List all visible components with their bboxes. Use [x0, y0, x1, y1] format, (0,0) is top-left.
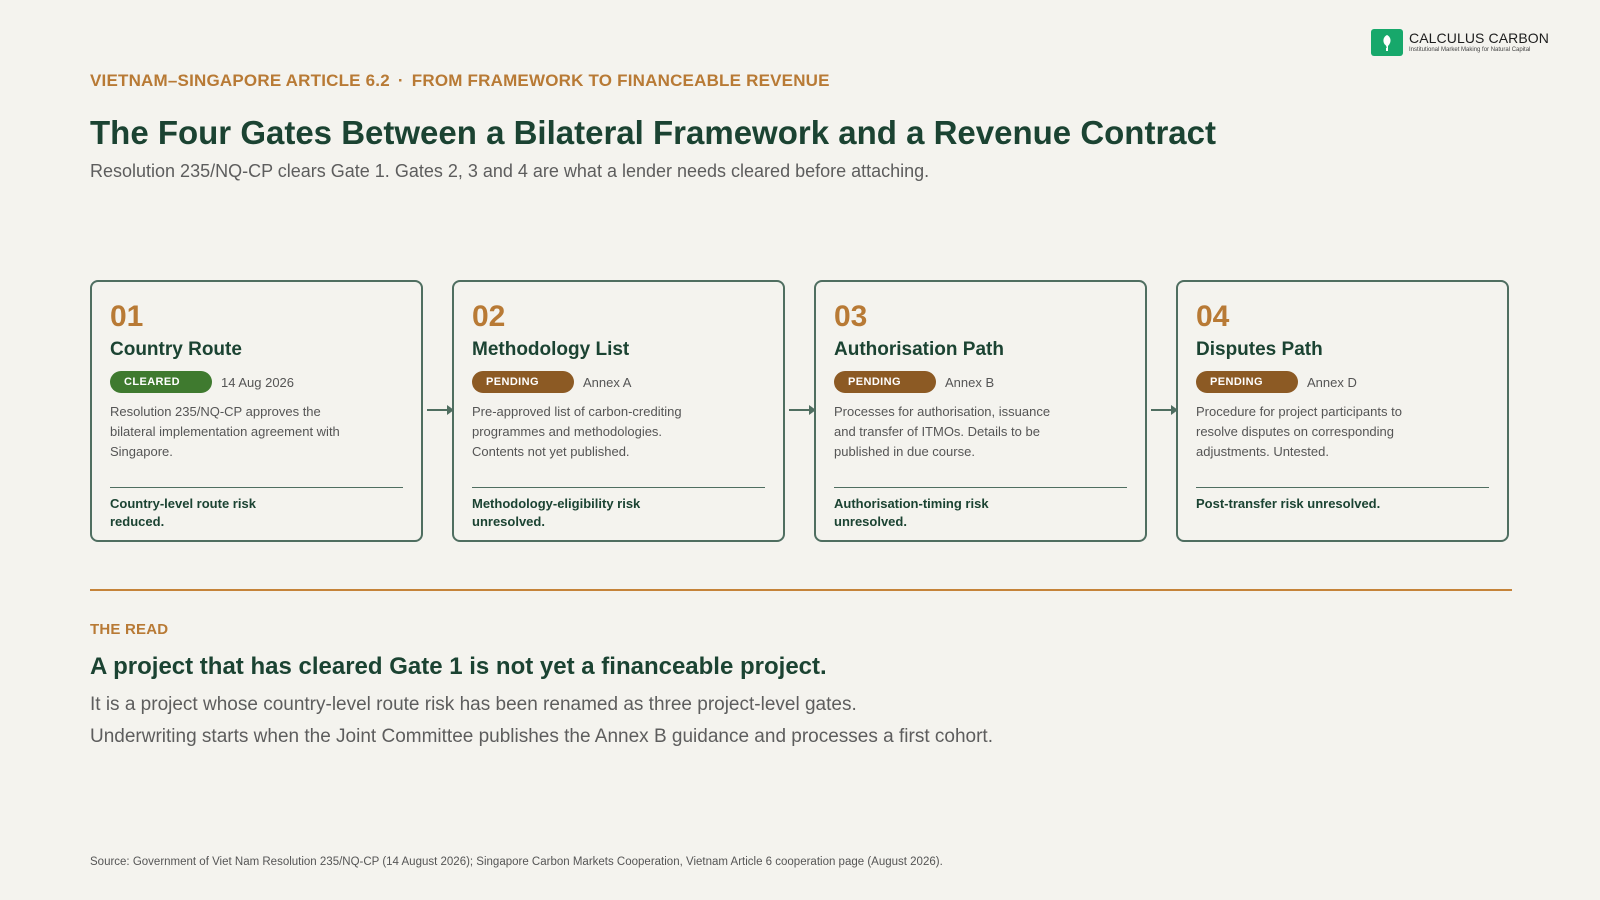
section-divider — [90, 589, 1512, 591]
gate-number: 03 — [834, 300, 868, 333]
gate-divider — [110, 487, 403, 488]
gate-risk: Authorisation-timing risk unresolved. — [834, 496, 989, 529]
eyebrow-theme: FROM FRAMEWORK TO FINANCEABLE REVENUE — [411, 71, 830, 90]
read-headline: A project that has cleared Gate 1 is not… — [90, 653, 827, 680]
gate-description: Resolution 235/NQ-CP approves the bilate… — [110, 404, 340, 459]
gate-number: 02 — [472, 300, 506, 333]
read-label: THE READ — [90, 621, 169, 638]
gate-divider — [472, 487, 765, 488]
leaf-icon — [1371, 29, 1403, 56]
gate-description: Pre-approved list of carbon-crediting pr… — [472, 404, 682, 459]
gate-risk: Post-transfer risk unresolved. — [1196, 496, 1381, 511]
status-badge: PENDING — [472, 371, 574, 393]
gate-status-row: PENDING Annex D — [1196, 371, 1489, 393]
page-subtitle: Resolution 235/NQ-CP clears Gate 1. Gate… — [90, 161, 930, 181]
gates-flow: 01 Country Route CLEARED 14 Aug 2026 Res… — [90, 280, 1510, 542]
page-title: The Four Gates Between a Bilateral Frame… — [90, 114, 1216, 151]
status-reference: Annex B — [945, 374, 995, 390]
gate-description: Processes for authorisation, issuance an… — [834, 404, 1051, 459]
gate-risk: Country-level route risk reduced. — [110, 496, 256, 529]
gate-description: Procedure for project participants to re… — [1196, 404, 1402, 459]
logo-tagline: Institutional Market Making for Natural … — [1409, 47, 1531, 53]
gate-name: Disputes Path — [1196, 339, 1323, 360]
arrow-right-icon — [427, 405, 454, 415]
gate-number: 04 — [1196, 300, 1230, 333]
gate-card-3: 03 Authorisation Path PENDING Annex B Pr… — [814, 280, 1147, 542]
gate-name: Authorisation Path — [834, 339, 1004, 360]
gate-status-row: PENDING Annex A — [472, 371, 765, 393]
status-reference: Annex D — [1307, 374, 1357, 390]
brand-logo: CALCULUS CARBON Institutional Market Mak… — [1371, 29, 1549, 56]
gate-status-row: CLEARED 14 Aug 2026 — [110, 371, 403, 393]
gate-name: Country Route — [110, 339, 242, 360]
gate-number: 01 — [110, 300, 144, 333]
eyebrow-topic: VIETNAM–SINGAPORE ARTICLE 6.2 — [90, 71, 390, 90]
arrow-right-icon — [789, 405, 816, 415]
source-note: Source: Government of Viet Nam Resolutio… — [90, 856, 943, 868]
eyebrow-separator: · — [397, 71, 404, 90]
status-badge: PENDING — [834, 371, 936, 393]
logo-name: CALCULUS CARBON — [1409, 30, 1549, 46]
eyebrow: VIETNAM–SINGAPORE ARTICLE 6.2 · FROM FRAME… — [90, 71, 830, 91]
gate-card-4: 04 Disputes Path PENDING Annex D Procedu… — [1176, 280, 1509, 542]
status-reference: 14 Aug 2026 — [221, 374, 295, 390]
gate-status-row: PENDING Annex B — [834, 371, 1127, 393]
gate-name: Methodology List — [472, 339, 630, 360]
read-body: It is a project whose country-level rout… — [90, 689, 993, 753]
gate-risk: Methodology-eligibility risk unresolved. — [472, 496, 641, 529]
read-line-2: Underwriting starts when the Joint Commi… — [90, 726, 993, 747]
status-badge: CLEARED — [110, 371, 212, 393]
status-reference: Annex A — [583, 374, 632, 390]
status-badge: PENDING — [1196, 371, 1298, 393]
gate-card-2: 02 Methodology List PENDING Annex A Pre-… — [452, 280, 785, 542]
gate-card-1: 01 Country Route CLEARED 14 Aug 2026 Res… — [90, 280, 423, 542]
arrow-right-icon — [1151, 405, 1178, 415]
gate-divider — [1196, 487, 1489, 488]
gate-divider — [834, 487, 1127, 488]
read-line-1: It is a project whose country-level rout… — [90, 694, 857, 715]
